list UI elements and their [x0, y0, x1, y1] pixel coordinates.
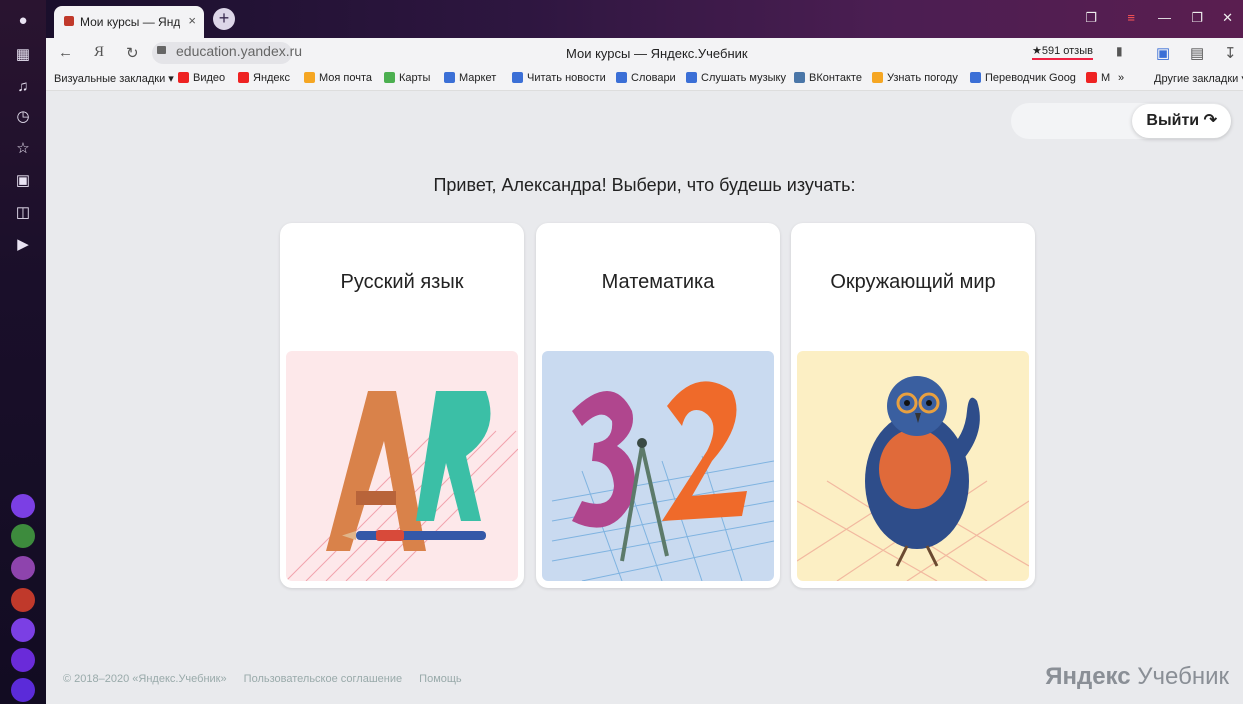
bookmark-item[interactable]: Узнать погоду — [872, 72, 958, 84]
logout-icon: ↷ — [1203, 112, 1217, 129]
app-launcher-icon[interactable] — [11, 494, 35, 518]
bookmark-item[interactable]: Маркет — [444, 72, 496, 84]
bookmark-item[interactable]: Моя почта — [304, 72, 372, 84]
help-link[interactable]: Помощь — [419, 673, 462, 685]
tab-manager-icon[interactable]: ❐ — [1085, 10, 1097, 26]
course-illustration-russian — [286, 351, 518, 581]
collections-icon[interactable]: ◫ — [12, 202, 34, 224]
yandex-logo-icon[interactable]: Я — [94, 44, 104, 61]
brand-logo[interactable]: Яндекс Учебник — [1045, 663, 1229, 691]
new-tab-button[interactable]: + — [213, 8, 235, 30]
search-page-icon[interactable]: ▣ — [12, 170, 34, 192]
app-game-icon[interactable] — [11, 588, 35, 612]
logout-button[interactable]: Выйти ↷ — [1132, 104, 1231, 138]
bookmark-item[interactable]: ВКонтакте — [794, 72, 862, 84]
bookmark-item[interactable]: Яндекс — [238, 72, 290, 84]
copyright-text: © 2018–2020 «Яндекс.Учебник» — [63, 673, 227, 685]
course-illustration-world — [797, 351, 1029, 581]
reload-icon[interactable]: ↻ — [126, 44, 139, 62]
course-card-world[interactable]: Окружающий мир — [791, 223, 1035, 588]
agreement-link[interactable]: Пользовательское соглашение — [244, 673, 402, 685]
menu-icon[interactable]: ≡ — [1127, 10, 1135, 25]
download-icon[interactable]: ↧ — [1224, 44, 1237, 62]
bookmark-item[interactable]: Переводчик Goog — [970, 72, 1076, 84]
bookmark-item[interactable]: Визуальные закладки ▾ — [54, 72, 174, 85]
page-content: Выйти ↷ Привет, Александра! Выбери, что … — [46, 91, 1243, 704]
course-card-russian[interactable]: Русский язык — [280, 223, 524, 588]
course-title: Математика — [601, 271, 715, 293]
bookmarks-bar: Визуальные закладки ▾ Видео Яндекс Моя п… — [46, 68, 1243, 91]
alice-assistant-icon[interactable] — [11, 678, 35, 702]
minimize-icon[interactable]: — — [1158, 10, 1171, 25]
address-bar: ← Я ↻ education.yandex.ru Мои курсы — Ян… — [46, 38, 1243, 68]
course-title: Русский язык — [340, 271, 464, 293]
url-text[interactable]: education.yandex.ru — [176, 43, 302, 59]
bookmark-item[interactable]: Читать новости — [512, 72, 606, 84]
lock-icon — [157, 46, 166, 54]
tab-close-icon[interactable]: × — [188, 13, 196, 28]
course-illustration-math — [542, 351, 774, 581]
extension-icon[interactable]: ▣ — [1156, 44, 1170, 62]
app-notes-icon[interactable] — [11, 556, 35, 580]
bookmarks-more-icon[interactable]: » — [1118, 72, 1124, 84]
play-icon[interactable]: ▶ — [12, 234, 34, 256]
tab-my-courses[interactable]: Мои курсы — Яндекс.Уч × — [54, 6, 204, 38]
back-arrow-icon[interactable]: ← — [58, 44, 73, 61]
apps-grid-icon[interactable]: ▦ — [12, 44, 34, 66]
protect-icon[interactable]: ▤ — [1190, 44, 1204, 62]
bookmark-item[interactable]: Словари — [616, 72, 676, 84]
app-messenger-icon[interactable] — [11, 618, 35, 642]
restore-icon[interactable]: ❐ — [1191, 10, 1203, 26]
app-avatar-icon[interactable] — [11, 524, 35, 548]
tab-bar: Мои курсы — Яндекс.Уч × + ❐ ≡ — ❐ ✕ — [46, 0, 1243, 38]
browser-sidebar: ● ▦ ♫ ◷ ☆ ▣ ◫ ▶ — [0, 0, 46, 704]
other-bookmarks[interactable]: Другие закладки ▾ — [1154, 72, 1243, 85]
greeting-heading: Привет, Александра! Выбери, что будешь и… — [433, 175, 856, 195]
user-panel: Выйти ↷ — [1011, 103, 1231, 139]
notifications-bell-icon[interactable]: ♫ — [12, 76, 34, 98]
app-music-icon[interactable] — [11, 648, 35, 672]
favorites-star-icon[interactable]: ☆ — [12, 138, 34, 160]
bookmark-item[interactable]: Видео — [178, 72, 225, 84]
bookmark-item[interactable]: Слушать музыку — [686, 72, 786, 84]
course-title: Окружающий мир — [830, 271, 996, 293]
course-card-math[interactable]: Математика — [536, 223, 780, 588]
tab-title: Мои курсы — Яндекс.Уч — [80, 15, 180, 29]
footer: © 2018–2020 «Яндекс.Учебник» Пользовател… — [63, 673, 476, 685]
bookmark-flag-icon[interactable]: ▮ — [1116, 44, 1123, 58]
close-window-icon[interactable]: ✕ — [1222, 10, 1233, 26]
page-title: Мои курсы — Яндекс.Учебник — [566, 46, 748, 61]
bookmark-item[interactable]: Карты — [384, 72, 430, 84]
history-clock-icon[interactable]: ◷ — [12, 106, 34, 128]
tab-favicon-icon — [64, 16, 74, 26]
bookmark-item[interactable]: М — [1086, 72, 1110, 84]
rating-badge[interactable]: ★591 отзыв — [1032, 44, 1093, 60]
profile-icon[interactable]: ● — [12, 10, 34, 32]
